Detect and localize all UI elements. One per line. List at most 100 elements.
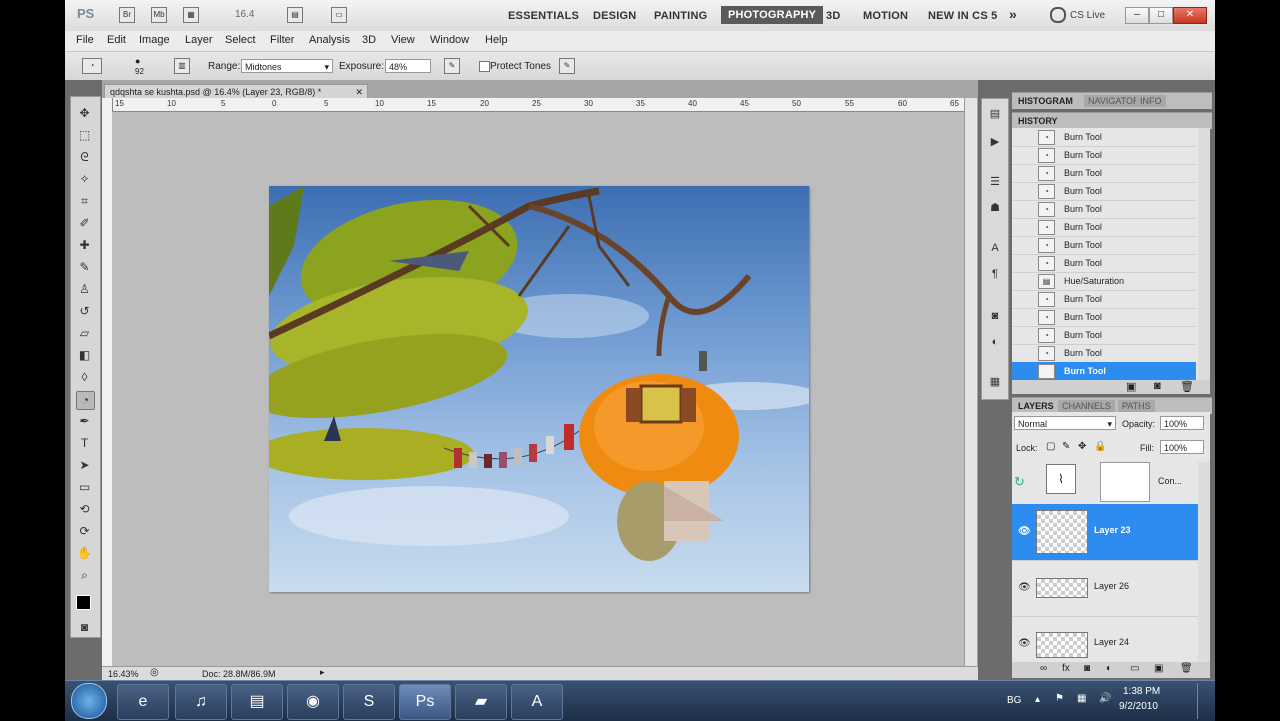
history-state[interactable]: ◔ Burn Tool — [1012, 236, 1196, 255]
new-layer-icon[interactable]: ▣ — [1154, 663, 1163, 674]
history-state[interactable]: ▤ Hue/Saturation — [1012, 272, 1196, 291]
history-state[interactable]: ◔ Burn Tool — [1012, 146, 1196, 165]
network-icon[interactable]: ▦ — [1077, 693, 1086, 704]
arrange-documents-icon[interactable]: ▤ — [287, 7, 303, 23]
status-menu-arrow-icon[interactable]: ▸ — [320, 667, 325, 678]
protect-tones-checkbox[interactable] — [479, 61, 490, 72]
new-document-from-state-icon[interactable]: ▣ — [1126, 380, 1136, 393]
layer-row-layer-26[interactable]: 👁 Layer 26 — [1012, 560, 1198, 617]
workspace-design[interactable]: DESIGN — [593, 10, 636, 22]
itunes-icon[interactable]: ♫ — [175, 684, 227, 720]
path-selection-tool-icon[interactable]: ➤ — [76, 457, 93, 474]
clone-stamp-tool-icon[interactable]: ♙ — [76, 281, 93, 298]
status-icon[interactable]: ◎ — [150, 667, 159, 678]
burn-tool-preset-icon[interactable]: ◔ — [82, 58, 102, 74]
workspace-essentials[interactable]: ESSENTIALS — [508, 10, 579, 22]
menu-analysis[interactable]: Analysis — [309, 34, 350, 46]
tab-navigator[interactable]: NAVIGATOR — [1084, 95, 1144, 107]
history-state[interactable]: ◔ Burn Tool — [1012, 326, 1196, 345]
history-state[interactable]: ◔ Burn Tool — [1012, 308, 1196, 327]
eyedropper-tool-icon[interactable]: ✐ — [76, 215, 93, 232]
workspace-painting[interactable]: PAINTING — [654, 10, 707, 22]
workspace-photography[interactable]: PHOTOGRAPHY — [721, 6, 824, 24]
tab-channels[interactable]: CHANNELS — [1058, 400, 1116, 412]
document-image[interactable] — [269, 186, 809, 592]
menu-window[interactable]: Window — [430, 34, 469, 46]
adjust-panel-icon[interactable]: ☰ — [988, 175, 1002, 189]
photoshop-icon[interactable]: Ps — [399, 684, 451, 720]
3d-rotate-tool-icon[interactable]: ⟲ — [76, 501, 93, 518]
tab-history[interactable]: HISTORY — [1014, 115, 1062, 127]
tab-info[interactable]: INFO — [1136, 95, 1166, 107]
lock-position-icon[interactable]: ✥ — [1078, 441, 1086, 452]
layer-row-layer-23[interactable]: 👁 Layer 23 — [1012, 504, 1198, 561]
acrobat-icon[interactable]: A — [511, 684, 563, 720]
blend-mode-select[interactable]: Normal ▾ — [1014, 416, 1116, 430]
volume-icon[interactable]: 🔊 — [1099, 693, 1111, 704]
eye-icon[interactable]: 👁 — [1018, 526, 1031, 537]
delete-layer-icon[interactable]: 🗑 — [1180, 663, 1193, 674]
hand-tool-icon[interactable]: ✋ — [76, 545, 93, 562]
show-hidden-icons-icon[interactable]: ▴ — [1035, 694, 1040, 705]
new-snapshot-icon[interactable]: ◙ — [1154, 380, 1161, 392]
burn-tool-icon[interactable]: ◔ — [76, 391, 95, 410]
layer-row-adjustment[interactable]: ↻ ⌇ Con... — [1012, 456, 1198, 509]
workspace-motion[interactable]: MOTION — [863, 10, 908, 22]
gradient-tool-icon[interactable]: ◧ — [76, 347, 93, 364]
cs-live-menu[interactable]: CS Live — [1070, 10, 1105, 21]
eye-icon[interactable]: 👁 — [1018, 582, 1031, 593]
mini-bridge-icon[interactable]: Mb — [151, 7, 167, 23]
clock-time[interactable]: 1:38 PM — [1123, 686, 1160, 697]
menu-layer[interactable]: Layer — [185, 34, 213, 46]
brush-size-value[interactable]: 92 — [135, 67, 144, 76]
menu-file[interactable]: File — [76, 34, 94, 46]
menu-select[interactable]: Select — [225, 34, 256, 46]
styles-panel-icon[interactable]: ☗ — [988, 201, 1002, 215]
eye-icon[interactable]: 👁 — [1018, 638, 1031, 649]
brush-panel-icon[interactable]: ▥ — [174, 58, 190, 74]
airbrush-icon[interactable]: ✎ — [444, 58, 460, 74]
explorer-icon[interactable]: ▤ — [231, 684, 283, 720]
pen-tool-icon[interactable]: ✒ — [76, 413, 93, 430]
menu-help[interactable]: Help — [485, 34, 508, 46]
type-tool-icon[interactable]: T — [76, 435, 93, 452]
rectangle-tool-icon[interactable]: ▭ — [76, 479, 93, 496]
history-brush-tool-icon[interactable]: ↺ — [76, 303, 93, 320]
ie-icon[interactable]: e — [117, 684, 169, 720]
cs-live-icon[interactable] — [1050, 7, 1066, 23]
picasa-icon[interactable]: ◉ — [287, 684, 339, 720]
zoom-tool-icon[interactable]: ⌕ — [76, 567, 93, 584]
screen-mode-icon[interactable]: ▭ — [331, 7, 347, 23]
history-scrollbar[interactable] — [1198, 128, 1210, 380]
zoom-level-display[interactable]: 16.4 — [235, 9, 254, 20]
history-panel-icon[interactable]: ▤ — [988, 107, 1002, 121]
bridge-icon[interactable]: Br — [119, 7, 135, 23]
lock-transparency-icon[interactable]: ▢ — [1046, 441, 1055, 452]
character-panel-icon[interactable]: A — [988, 241, 1002, 255]
close-document-icon[interactable]: ✕ — [355, 85, 363, 99]
layer-row-layer-24[interactable]: 👁 Layer 24 — [1012, 616, 1198, 662]
delete-state-icon[interactable]: 🗑 — [1180, 380, 1194, 393]
masks-panel-icon[interactable]: ◙ — [988, 309, 1002, 323]
eraser-tool-icon[interactable]: ▱ — [76, 325, 93, 342]
fill-input[interactable]: 100% — [1160, 440, 1204, 454]
maximize-button[interactable]: □ — [1149, 7, 1173, 24]
tab-histogram[interactable]: HISTOGRAM — [1014, 95, 1077, 107]
show-desktop-button[interactable] — [1197, 683, 1214, 719]
workspace-new-in-cs5[interactable]: NEW IN CS 5 — [928, 10, 997, 22]
start-button[interactable] — [71, 683, 107, 719]
lock-image-icon[interactable]: ✎ — [1062, 441, 1070, 452]
language-indicator[interactable]: BG — [1007, 695, 1021, 706]
menu-view[interactable]: View — [391, 34, 415, 46]
blur-tool-icon[interactable]: ◊ — [76, 369, 93, 386]
history-state[interactable]: ◔ Burn Tool — [1012, 182, 1196, 201]
brush-tool-icon[interactable]: ✎ — [76, 259, 93, 276]
action-center-icon[interactable]: ⚑ — [1055, 693, 1064, 704]
pressure-icon[interactable]: ✎ — [559, 58, 575, 74]
history-state[interactable]: ◔ Burn Tool — [1012, 254, 1196, 273]
range-select[interactable]: Midtones ▾ — [241, 59, 333, 73]
healing-brush-tool-icon[interactable]: ✚ — [76, 237, 93, 254]
menu-filter[interactable]: Filter — [270, 34, 294, 46]
layer-comps-panel-icon[interactable]: ▦ — [988, 375, 1002, 389]
layer-style-icon[interactable]: fx — [1062, 663, 1070, 674]
